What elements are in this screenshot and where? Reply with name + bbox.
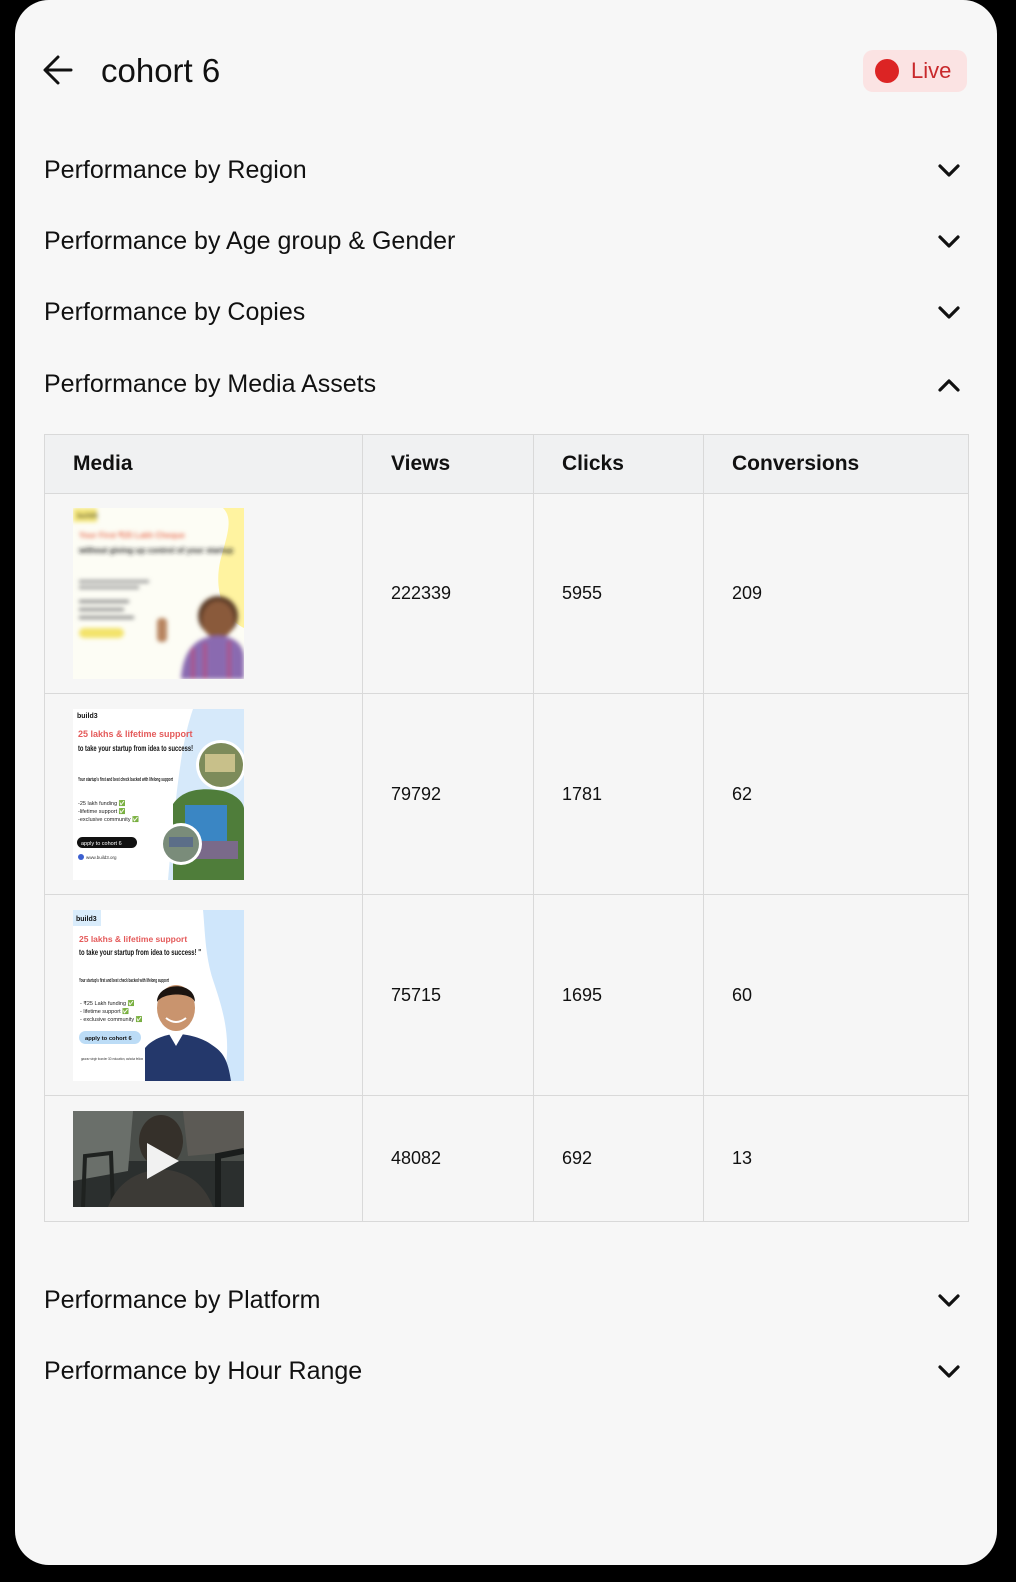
- thumb-bullet: - ₹25 Lakh funding ✅: [80, 1000, 135, 1007]
- media-thumbnail-image[interactable]: build3 25 lakhs & lifetime support to ta…: [73, 909, 244, 1081]
- accordion-label: Performance by Age group & Gender: [44, 227, 456, 255]
- clicks-cell: 1781: [533, 693, 704, 895]
- conversions-cell: 62: [703, 693, 969, 895]
- status-badge[interactable]: Live: [863, 50, 967, 92]
- accordion-region[interactable]: Performance by Region: [44, 148, 968, 192]
- chevron-up-icon: [938, 379, 960, 392]
- media-thumbnail-video[interactable]: [73, 1110, 244, 1207]
- chevron-down-icon: [938, 1365, 960, 1378]
- media-cell: build3 Your First ₹25 Lakh Cheque withou…: [44, 493, 363, 694]
- thumb-headline: 25 lakhs & lifetime support: [78, 729, 193, 739]
- clicks-cell: 5955: [533, 493, 704, 694]
- back-button[interactable]: [41, 52, 77, 88]
- accordion-media-assets[interactable]: Performance by Media Assets: [44, 362, 968, 406]
- thumb-bullet: - lifetime support ✅: [80, 1008, 129, 1015]
- views-cell: 222339: [362, 493, 534, 694]
- chevron-down-icon: [938, 235, 960, 248]
- chevron-down-icon: [938, 306, 960, 319]
- conversions-cell: 209: [703, 493, 969, 694]
- thumb-url: www.build3.org: [86, 855, 117, 860]
- conversions-cell: 60: [703, 894, 969, 1096]
- clicks-cell: 692: [533, 1095, 704, 1222]
- chevron-down-icon: [938, 164, 960, 177]
- clicks-cell: 1695: [533, 894, 704, 1096]
- accordion-label: Performance by Region: [44, 156, 307, 184]
- views-cell: 79792: [362, 693, 534, 895]
- views-cell: 48082: [362, 1095, 534, 1222]
- thumb-bullet: -lifetime support ✅: [78, 808, 126, 815]
- thumb-subheadline: to take your startup from idea to succes…: [79, 948, 201, 957]
- table-row: build3 Your First ₹25 Lakh Cheque withou…: [44, 493, 969, 694]
- column-header-media: Media: [44, 434, 363, 494]
- column-header-views: Views: [362, 434, 534, 494]
- table-header-row: Media Views Clicks Conversions: [44, 434, 969, 494]
- media-cell: build3 25 lakhs & lifetime support to ta…: [44, 693, 363, 895]
- accordion-copies[interactable]: Performance by Copies: [44, 290, 968, 334]
- table-row: build3 25 lakhs & lifetime support to ta…: [44, 894, 969, 1096]
- page-title: cohort 6: [101, 52, 221, 89]
- arrow-left-icon: [43, 55, 73, 85]
- thumb-cta: apply to cohort 6: [85, 1036, 132, 1042]
- live-dot-icon: [875, 59, 899, 83]
- thumb-subheadline: to take your startup from idea to succes…: [78, 743, 193, 753]
- column-header-conversions: Conversions: [703, 434, 969, 494]
- conversions-cell: 13: [703, 1095, 969, 1222]
- thumb-bullet: -25 lakh funding ✅: [78, 800, 126, 807]
- table-row: 48082 692 13: [44, 1095, 969, 1222]
- media-assets-table: Media Views Clicks Conversions build3 Yo…: [44, 434, 969, 1222]
- thumb-brand: build3: [76, 916, 97, 923]
- thumb-bullet: -exclusive community ✅: [78, 816, 139, 823]
- column-header-clicks: Clicks: [533, 434, 704, 494]
- media-cell: [44, 1095, 363, 1222]
- thumb-brand: build3: [77, 513, 98, 520]
- campaign-card: cohort 6 Live Performance by Region Perf…: [15, 0, 997, 1565]
- thumb-body: Your startup's first and best check back…: [78, 777, 173, 783]
- accordion-age-gender[interactable]: Performance by Age group & Gender: [44, 219, 968, 263]
- thumb-cta: apply to cohort 6: [81, 841, 122, 847]
- thumb-headline: Your First ₹25 Lakh Cheque: [79, 531, 185, 540]
- table-row: build3 25 lakhs & lifetime support to ta…: [44, 693, 969, 895]
- accordion-hour-range[interactable]: Performance by Hour Range: [44, 1349, 968, 1393]
- accordion-platform[interactable]: Performance by Platform: [44, 1278, 968, 1322]
- thumb-brand: build3: [77, 713, 98, 720]
- header: cohort 6 Live: [15, 38, 997, 104]
- thumb-subheadline: without giving up control of your startu…: [78, 546, 233, 555]
- media-thumbnail-image[interactable]: build3 Your First ₹25 Lakh Cheque withou…: [73, 508, 244, 679]
- thumb-body: Your startup's first and best check back…: [79, 978, 169, 984]
- accordion-label: Performance by Platform: [44, 1286, 321, 1314]
- views-cell: 75715: [362, 894, 534, 1096]
- thumb-bullet: - exclusive community ✅: [80, 1016, 143, 1023]
- accordion-label: Performance by Hour Range: [44, 1357, 363, 1385]
- thumb-headline: 25 lakhs & lifetime support: [79, 934, 187, 944]
- media-thumbnail-image[interactable]: build3 25 lakhs & lifetime support to ta…: [73, 708, 244, 880]
- accordion-label: Performance by Media Assets: [44, 370, 377, 398]
- chevron-down-icon: [938, 1294, 960, 1307]
- thumb-caption: gaurav singh founder 3D education, ashok…: [81, 1057, 143, 1061]
- media-cell: build3 25 lakhs & lifetime support to ta…: [44, 894, 363, 1096]
- status-label: Live: [911, 58, 952, 83]
- accordion-label: Performance by Copies: [44, 298, 306, 326]
